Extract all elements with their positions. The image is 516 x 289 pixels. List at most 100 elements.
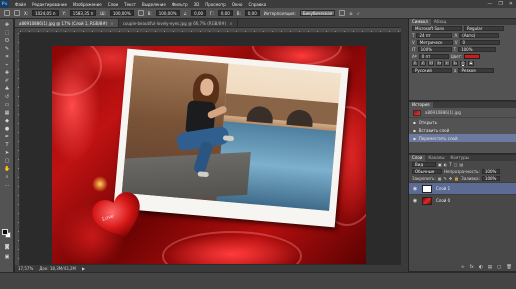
language-select[interactable]: Русский	[412, 68, 452, 73]
commit-transform-icon[interactable]: ✓	[357, 11, 360, 16]
tab-layers[interactable]: Слои	[409, 155, 426, 161]
filter-adjust-icon[interactable]: ◐	[444, 162, 448, 167]
lock-all-icon[interactable]: 🔒	[454, 176, 459, 181]
foreground-color-swatch[interactable]	[2, 229, 8, 235]
x-field[interactable]: 1024,05 п	[32, 10, 59, 16]
close-button[interactable]: ✕	[509, 1, 513, 7]
blend-mode-select[interactable]: Обычные	[412, 169, 442, 174]
layer-row-selected[interactable]: ◉ Слой 1	[409, 182, 516, 194]
gradient-tool-icon[interactable]: ▦	[4, 111, 10, 116]
history-item[interactable]: ▪ Вставить слой	[409, 126, 516, 134]
tab-paths[interactable]: Контуры	[447, 155, 471, 161]
superscript-button[interactable]: T¹	[444, 61, 450, 66]
more-tools-icon[interactable]: …	[4, 183, 10, 188]
menu-filter[interactable]: Фильтр	[172, 2, 188, 7]
pasted-photo-layer[interactable]	[113, 48, 349, 228]
blur-tool-icon[interactable]: ◆	[4, 119, 10, 124]
tab-history[interactable]: История	[409, 102, 433, 108]
tracking-field[interactable]: 0	[459, 40, 500, 45]
underline-button[interactable]: T	[460, 61, 466, 66]
menu-window[interactable]: Окно	[232, 2, 243, 7]
menu-help[interactable]: Справка	[248, 2, 266, 7]
tab-character[interactable]: Символ	[409, 19, 431, 25]
transform-tool-icon[interactable]	[4, 10, 10, 16]
type-tool-icon[interactable]: T	[4, 143, 10, 148]
menu-view[interactable]: Просмотр	[205, 2, 226, 7]
lasso-tool-icon[interactable]: ʘ	[4, 39, 10, 44]
angle-field[interactable]: 0,00	[191, 10, 207, 16]
link-icon[interactable]	[137, 10, 144, 16]
adjustment-layer-icon[interactable]: ▤	[488, 265, 492, 270]
status-arrow-icon[interactable]: ▶	[82, 266, 85, 271]
interpolation-select[interactable]: Бикубическая	[299, 10, 336, 16]
layer-name[interactable]: Слой 1	[436, 186, 450, 191]
opacity-field[interactable]: 100%	[481, 169, 500, 174]
visibility-eye-icon[interactable]: ◉	[412, 198, 418, 204]
history-item-selected[interactable]: ▪ Переместить слой	[409, 134, 516, 142]
reference-point-icon[interactable]	[14, 10, 20, 16]
horizontal-scale-field[interactable]: 100%	[458, 47, 497, 52]
v-skew-field[interactable]: 0,00	[244, 10, 260, 16]
marquee-tool-icon[interactable]: ⬚	[4, 31, 10, 36]
new-layer-icon[interactable]: ▢	[497, 265, 501, 270]
lock-pixels-icon[interactable]: ▦	[438, 176, 442, 181]
link-layers-icon[interactable]: ∞	[461, 265, 465, 270]
eyedropper-tool-icon[interactable]: ⌁	[4, 63, 10, 68]
layer-filter-select[interactable]: Вид	[412, 162, 436, 167]
antialias-select[interactable]: Резкое	[458, 68, 495, 73]
menu-edit[interactable]: Редактирование	[32, 2, 67, 7]
dodge-tool-icon[interactable]: ●	[4, 127, 10, 132]
layer-style-icon[interactable]: fx	[470, 265, 474, 270]
menu-select[interactable]: Выделение	[142, 2, 166, 7]
small-caps-button[interactable]: Tт	[436, 61, 442, 66]
restore-button[interactable]: ❐	[498, 1, 502, 7]
filter-type-icon[interactable]: T	[449, 162, 451, 167]
minimize-button[interactable]: —	[487, 1, 492, 7]
brush-tool-icon[interactable]: ✐	[4, 79, 10, 84]
vertical-scale-field[interactable]: 100%	[417, 47, 452, 52]
close-icon[interactable]: ×	[110, 21, 113, 26]
history-brush-tool-icon[interactable]: ↺	[4, 95, 10, 100]
move-tool-icon[interactable]: ✥	[4, 23, 10, 28]
kerning-field[interactable]: Метрическ	[416, 40, 453, 45]
lock-position-icon[interactable]: ✥	[449, 176, 452, 181]
font-style-select[interactable]: Regular	[464, 26, 504, 31]
menu-image[interactable]: Изображение	[73, 2, 102, 7]
history-snapshot[interactable]: a86910886(1).jpg	[409, 108, 516, 118]
quick-select-tool-icon[interactable]: ✎	[4, 47, 10, 52]
layer-row[interactable]: ◉ Слой 0	[409, 194, 516, 206]
history-item[interactable]: ▪ Открыть	[409, 118, 516, 126]
width-field[interactable]: 100,00%	[109, 10, 134, 16]
delete-layer-icon[interactable]: 🗑	[506, 265, 512, 270]
filter-pixel-icon[interactable]: ▣	[438, 162, 442, 167]
layer-name[interactable]: Слой 0	[436, 198, 450, 203]
crop-tool-icon[interactable]: ⌗	[4, 55, 10, 60]
doc-tab-active[interactable]: a86910886(1).jpg @ 17% (Слой 1, RGB/8#) …	[15, 19, 119, 27]
close-icon[interactable]: ×	[229, 21, 232, 26]
strikethrough-button[interactable]: T	[468, 61, 474, 66]
eraser-tool-icon[interactable]: ▭	[4, 103, 10, 108]
y-field[interactable]: 1583,35 п	[69, 10, 97, 16]
baseline-field[interactable]: 0 пт	[418, 54, 449, 59]
fill-field[interactable]: 100%	[481, 176, 500, 181]
lock-paint-icon[interactable]: ✎	[443, 176, 446, 181]
faux-bold-button[interactable]: T	[412, 61, 418, 66]
add-mask-icon[interactable]: ◐	[479, 265, 483, 270]
stamp-tool-icon[interactable]: ♣	[4, 87, 10, 92]
subscript-button[interactable]: T₁	[452, 61, 458, 66]
text-color-swatch[interactable]	[464, 54, 481, 59]
warp-icon[interactable]	[339, 10, 346, 16]
screen-mode-icon[interactable]: ▣	[4, 255, 10, 260]
leading-field[interactable]: (Авто)	[459, 33, 500, 38]
zoom-tool-icon[interactable]: ⌕	[4, 175, 10, 180]
healing-tool-icon[interactable]: ✚	[4, 71, 10, 76]
h-skew-field[interactable]: 0,00	[217, 10, 233, 16]
menu-type[interactable]: Текст	[124, 2, 136, 7]
faux-italic-button[interactable]: T	[420, 61, 426, 66]
all-caps-button[interactable]: TT	[428, 61, 434, 66]
quick-mask-icon[interactable]: ◙	[4, 245, 10, 250]
tab-paragraph[interactable]: Абзац	[431, 19, 450, 25]
zoom-level[interactable]: 17,57%	[18, 266, 33, 271]
menu-layers[interactable]: Слои	[108, 2, 118, 7]
font-size-field[interactable]: 24 пт	[416, 33, 453, 38]
